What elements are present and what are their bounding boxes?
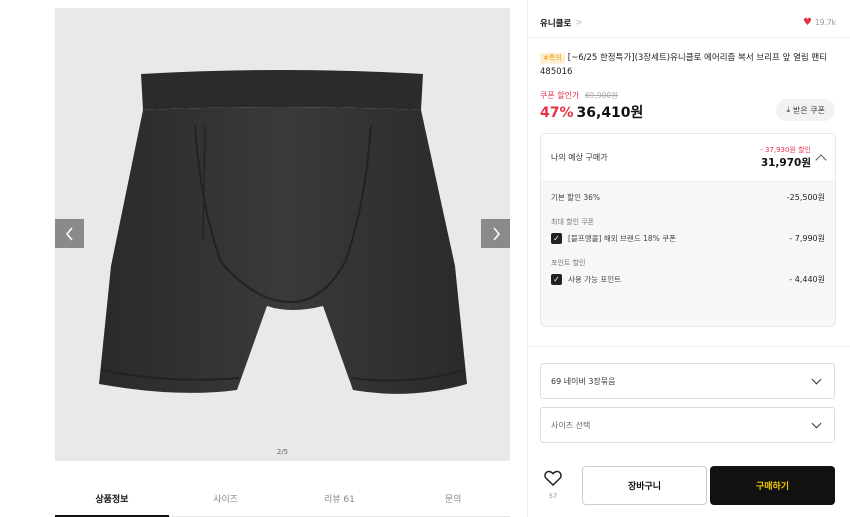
discount-breakdown: 기본 할인 36% -25,500원 최대 할인 쿠폰 ✓ [블프앵콜] 해외 …	[541, 182, 835, 326]
chevron-down-icon	[811, 418, 822, 428]
tab-size[interactable]: 사이즈	[169, 483, 283, 513]
download-icon: ⤓	[786, 105, 791, 114]
point-checkbox[interactable]: ✓	[551, 274, 562, 285]
base-discount-row: 기본 할인 36% -25,500원	[551, 192, 825, 203]
product-tabs: 상품정보 사이즈 리뷰 61 문의	[55, 483, 510, 517]
estimated-price-label: 나의 예상 구매가	[551, 153, 608, 162]
wishlist-count: 57	[548, 492, 558, 500]
product-image	[99, 70, 467, 394]
point-amount: - 4,440원	[789, 275, 825, 284]
size-select-placeholder: 사이즈 선택	[551, 420, 591, 430]
size-select[interactable]: 사이즈 선택	[540, 407, 835, 443]
estimated-price-toggle[interactable]: 나의 예상 구매가 - 37,930원 할인 31,970원	[541, 134, 835, 182]
coupon-section-label: 최대 할인 쿠폰	[551, 218, 595, 226]
discount-percent: 47%	[540, 105, 574, 121]
brand-row: 유니클로 > ♥ 19.7k	[528, 8, 850, 38]
base-discount-amount: -25,500원	[786, 193, 825, 202]
original-price: 69,900원	[584, 91, 619, 100]
brand-link[interactable]: 유니클로	[540, 17, 571, 29]
tab-inquiry[interactable]: 문의	[396, 483, 510, 513]
gallery-next-button[interactable]	[481, 219, 510, 248]
coupon-row[interactable]: ✓ [블프앵콜] 해외 브랜드 18% 쿠폰 - 7,990원	[551, 233, 825, 244]
add-to-cart-button[interactable]: 장바구니	[582, 466, 707, 505]
heart-icon: ♥	[802, 17, 812, 28]
gallery-counter: 2/5	[276, 448, 289, 456]
wishlist-button[interactable]: 57	[540, 470, 566, 500]
coupon-item-label: [블프앵콜] 해외 브랜드 18% 쿠폰	[568, 234, 676, 243]
product-title: #특의 [~6/25 한정특가](3장세트)유니클로 에어리즘 복서 브리프 앞 …	[540, 51, 840, 79]
chevron-down-icon	[811, 374, 822, 384]
divider	[528, 346, 850, 347]
buy-now-button[interactable]: 구매하기	[710, 466, 835, 505]
chevron-right-icon: >	[575, 17, 583, 28]
coupon-checkbox[interactable]: ✓	[551, 233, 562, 244]
color-select-value: 69 네이비 3장묶음	[551, 376, 616, 386]
estimated-saving: - 37,930원 할인	[760, 146, 811, 154]
estimated-price-box: 나의 예상 구매가 - 37,930원 할인 31,970원 기본 할인 36%…	[540, 133, 836, 327]
chevron-up-icon	[815, 153, 827, 166]
chevron-left-icon	[65, 226, 73, 241]
coupon-button-label: 받은 쿠폰	[793, 105, 825, 115]
point-row[interactable]: ✓ 사용 가능 포인트 - 4,440원	[551, 274, 825, 285]
estimated-price-summary: - 37,930원 할인 31,970원	[760, 145, 811, 170]
coupon-amount: - 7,990원	[789, 234, 825, 243]
coupon-price-label: 쿠폰 할인가 69,900원	[540, 90, 618, 101]
tab-reviews[interactable]: 리뷰 61	[283, 483, 397, 513]
coupon-download-button[interactable]: ⤓ 받은 쿠폰	[776, 99, 835, 121]
point-item-label: 사용 가능 포인트	[568, 275, 622, 284]
chevron-right-icon	[492, 226, 500, 241]
price-line: 47% 36,410원	[540, 102, 643, 122]
like-count-value: 19.7k	[814, 18, 836, 27]
sale-price: 36,410원	[576, 105, 644, 121]
gallery-prev-button[interactable]	[55, 219, 84, 248]
tab-product-info[interactable]: 상품정보	[55, 483, 169, 517]
like-count[interactable]: ♥ 19.7k	[803, 17, 836, 28]
product-tag: #특의	[540, 53, 565, 64]
estimated-price: 31,970원	[760, 157, 811, 169]
purchase-panel: 유니클로 > ♥ 19.7k #특의 [~6/25 한정특가](3장세트)유니클로…	[527, 0, 850, 517]
product-title-text: [~6/25 한정특가](3장세트)유니클로 에어리즘 복서 브리프 앞 열림 …	[540, 53, 828, 77]
coupon-label: 쿠폰 할인가	[540, 91, 580, 100]
color-select[interactable]: 69 네이비 3장묶음	[540, 363, 835, 399]
point-section-label: 포인트 할인	[551, 259, 586, 267]
product-gallery: 2/5	[55, 8, 510, 461]
base-discount-label: 기본 할인 36%	[551, 193, 601, 202]
heart-outline-icon	[544, 470, 562, 487]
